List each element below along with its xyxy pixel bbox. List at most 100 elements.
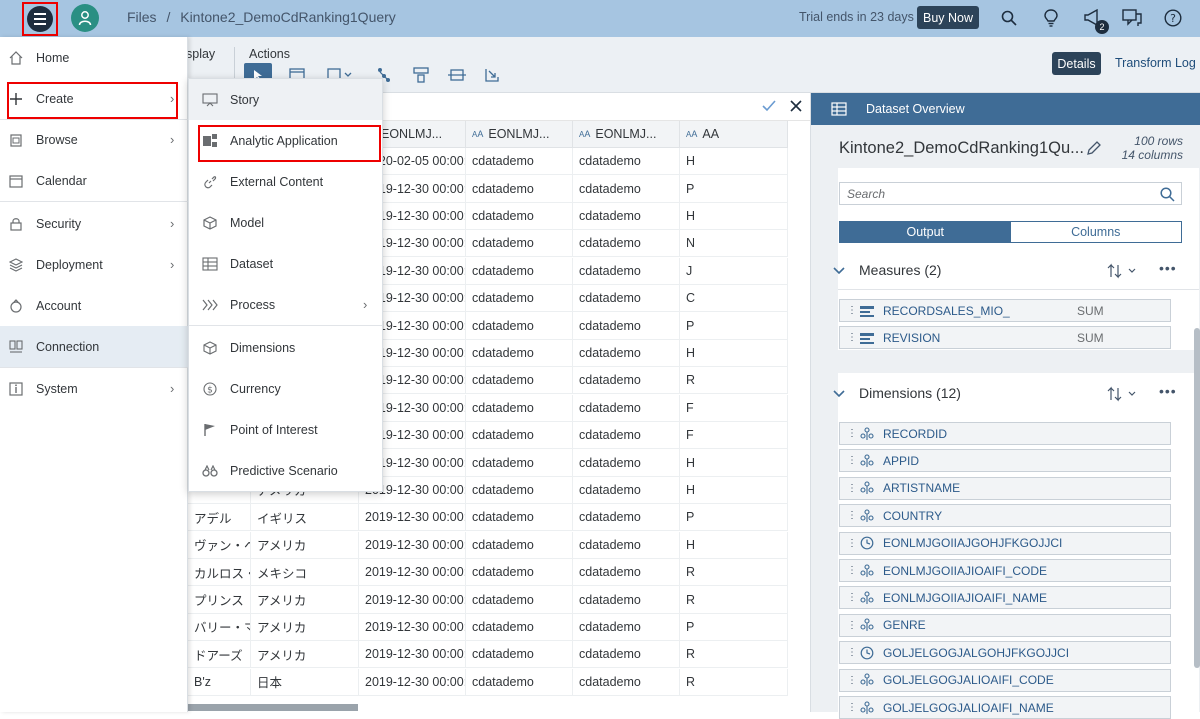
table-cell[interactable]: H: [680, 148, 788, 176]
table-cell[interactable]: cdatademo: [573, 504, 680, 532]
check-icon[interactable]: [762, 100, 776, 112]
tab-columns[interactable]: Columns: [1010, 222, 1181, 242]
table-cell[interactable]: アデル: [188, 504, 251, 532]
table-cell[interactable]: cdatademo: [466, 312, 573, 340]
dimension-field[interactable]: ⋮ EONLMJGOIIAJIOAIFI_NAME: [839, 586, 1171, 610]
table-cell[interactable]: ドアーズ: [188, 641, 251, 669]
table-cell[interactable]: cdatademo: [573, 285, 680, 313]
nav-item-security[interactable]: Security ›: [0, 203, 188, 244]
chevron-down-icon[interactable]: [832, 264, 846, 278]
search-icon[interactable]: [998, 7, 1020, 29]
table-cell[interactable]: ヴァン・ヘイレン: [188, 531, 251, 559]
table-cell[interactable]: R: [680, 641, 788, 669]
table-cell[interactable]: アメリカ: [251, 586, 359, 614]
more-icon[interactable]: •••: [1159, 383, 1177, 399]
dimension-field[interactable]: ⋮ GOLJELGOGJALIOAIFI_CODE: [839, 668, 1171, 692]
action-export-icon[interactable]: [482, 65, 502, 85]
table-cell[interactable]: cdatademo: [573, 449, 680, 477]
column-header[interactable]: AA EONLMJ...: [466, 121, 573, 148]
table-cell[interactable]: 2019-12-30 00:00:0: [359, 586, 466, 614]
sort-icon[interactable]: [1107, 263, 1141, 279]
nav-item-deployment[interactable]: Deployment ›: [0, 244, 188, 285]
table-cell[interactable]: H: [680, 202, 788, 231]
drag-handle-icon[interactable]: ⋮: [847, 510, 857, 521]
dimension-field[interactable]: ⋮ GOLJELGOGJALIOAIFI_NAME: [839, 696, 1171, 719]
table-cell[interactable]: H: [680, 449, 788, 477]
table-cell[interactable]: cdatademo: [466, 285, 573, 313]
close-icon[interactable]: [790, 100, 802, 112]
dimension-field[interactable]: ⋮ COUNTRY: [839, 504, 1171, 528]
chevron-down-icon[interactable]: [832, 387, 846, 401]
table-cell[interactable]: メキシコ: [251, 559, 359, 587]
dimension-field[interactable]: ⋮ RECORDID: [839, 422, 1171, 445]
table-cell[interactable]: cdatademo: [573, 257, 680, 285]
table-cell[interactable]: 2019-12-30 00:00:0: [359, 613, 466, 642]
lightbulb-icon[interactable]: [1040, 7, 1062, 29]
buy-now-button[interactable]: Buy Now: [917, 6, 979, 29]
drag-handle-icon[interactable]: ⋮: [847, 702, 857, 713]
grid-horizontal-scrollbar[interactable]: [188, 704, 358, 711]
drag-handle-icon[interactable]: ⋮: [847, 483, 857, 494]
table-cell[interactable]: cdatademo: [466, 422, 573, 450]
details-button[interactable]: Details: [1052, 52, 1101, 75]
table-cell[interactable]: R: [680, 586, 788, 614]
table-cell[interactable]: cdatademo: [573, 312, 680, 340]
table-cell[interactable]: 2019-12-30 00:00:0: [359, 641, 466, 669]
feedback-icon[interactable]: [1121, 7, 1143, 29]
table-cell[interactable]: H: [680, 339, 788, 368]
create-item-model[interactable]: Model: [189, 202, 382, 243]
create-item-predictive-scenario[interactable]: Predictive Scenario: [189, 450, 382, 491]
table-cell[interactable]: 日本: [251, 668, 359, 696]
drag-handle-icon[interactable]: ⋮: [847, 305, 857, 316]
table-cell[interactable]: イギリス: [251, 504, 359, 532]
table-cell[interactable]: cdatademo: [466, 613, 573, 642]
table-cell[interactable]: P: [680, 312, 788, 340]
create-item-dataset[interactable]: Dataset: [189, 243, 382, 284]
table-cell[interactable]: R: [680, 367, 788, 395]
table-cell[interactable]: cdatademo: [573, 422, 680, 450]
dimension-field[interactable]: ⋮ EONLMJGOIIAJIOAIFI_CODE: [839, 559, 1171, 582]
drag-handle-icon[interactable]: ⋮: [847, 565, 857, 576]
table-cell[interactable]: F: [680, 394, 788, 422]
table-cell[interactable]: N: [680, 230, 788, 258]
drag-handle-icon[interactable]: ⋮: [847, 538, 857, 549]
more-icon[interactable]: •••: [1159, 260, 1177, 276]
dimension-field[interactable]: ⋮ GENRE: [839, 613, 1171, 637]
table-cell[interactable]: cdatademo: [466, 148, 573, 176]
create-item-currency[interactable]: $ Currency: [189, 368, 382, 409]
create-item-process[interactable]: Process ›: [189, 284, 382, 325]
transform-log-link[interactable]: Transform Log: [1115, 56, 1196, 70]
table-cell[interactable]: cdatademo: [466, 202, 573, 231]
measure-field[interactable]: ⋮ RECORDSALES_MIO_ SUM: [839, 299, 1171, 322]
table-cell[interactable]: cdatademo: [466, 476, 573, 505]
drag-handle-icon[interactable]: ⋮: [847, 455, 857, 466]
nav-item-browse[interactable]: Browse ›: [0, 119, 188, 160]
table-cell[interactable]: cdatademo: [573, 559, 680, 587]
search-icon[interactable]: [1160, 187, 1175, 202]
drag-handle-icon[interactable]: ⋮: [847, 332, 857, 343]
nav-item-home[interactable]: Home: [0, 37, 188, 78]
edit-icon[interactable]: [1085, 139, 1103, 157]
create-item-external-content[interactable]: External Content: [189, 161, 382, 202]
nav-item-calendar[interactable]: Calendar: [0, 160, 188, 201]
table-cell[interactable]: H: [680, 476, 788, 505]
table-cell[interactable]: カルロス・サンタナ: [188, 559, 251, 587]
drag-handle-icon[interactable]: ⋮: [847, 620, 857, 631]
table-cell[interactable]: cdatademo: [573, 586, 680, 614]
table-cell[interactable]: R: [680, 559, 788, 587]
table-cell[interactable]: アメリカ: [251, 531, 359, 559]
table-cell[interactable]: P: [680, 613, 788, 642]
table-cell[interactable]: F: [680, 422, 788, 450]
create-item-dimensions[interactable]: Dimensions: [189, 327, 382, 368]
dimension-field[interactable]: ⋮ ARTISTNAME: [839, 476, 1171, 500]
table-cell[interactable]: cdatademo: [573, 531, 680, 559]
table-cell[interactable]: 2019-12-30 00:00:0: [359, 531, 466, 559]
table-cell[interactable]: cdatademo: [573, 339, 680, 368]
table-cell[interactable]: cdatademo: [466, 504, 573, 532]
table-cell[interactable]: 2019-12-30 00:00:0: [359, 504, 466, 532]
table-cell[interactable]: cdatademo: [573, 613, 680, 642]
table-cell[interactable]: cdatademo: [466, 175, 573, 203]
table-cell[interactable]: 2019-12-30 00:00:0: [359, 559, 466, 587]
table-cell[interactable]: cdatademo: [466, 449, 573, 477]
table-cell[interactable]: cdatademo: [466, 668, 573, 696]
